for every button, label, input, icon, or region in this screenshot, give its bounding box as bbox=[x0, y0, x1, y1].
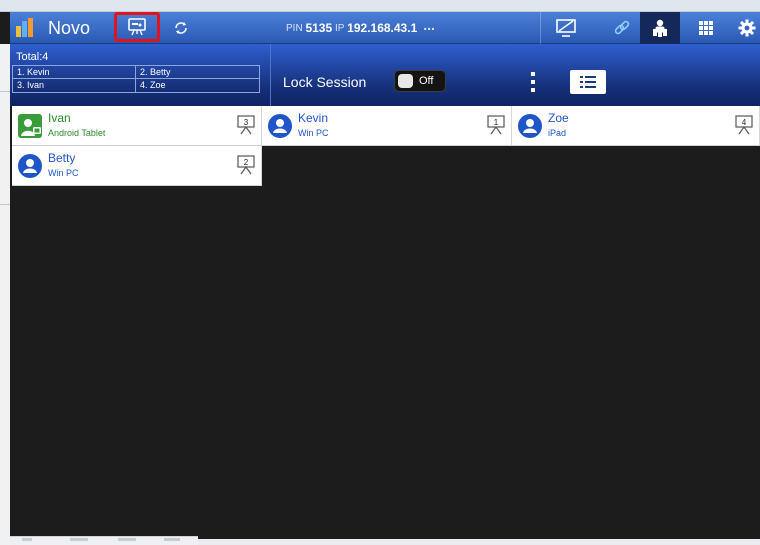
slot-number: 3 bbox=[244, 118, 249, 127]
user-device: Android Tablet bbox=[48, 128, 106, 138]
user-avatar-icon bbox=[18, 154, 42, 178]
order-cell: 2. Betty bbox=[136, 66, 259, 79]
user-card-kevin[interactable]: Kevin Win PC 1 bbox=[262, 106, 512, 146]
screen-icon bbox=[556, 19, 576, 37]
ip-prefix: IP bbox=[334, 22, 345, 34]
stub-divider bbox=[0, 91, 10, 92]
list-icon bbox=[580, 76, 596, 88]
top-strip bbox=[0, 0, 760, 12]
user-card-ivan[interactable]: Ivan Android Tablet 3 bbox=[12, 106, 262, 146]
kebab-dot bbox=[531, 88, 535, 92]
stub-divider bbox=[0, 204, 10, 205]
users-button[interactable] bbox=[640, 12, 680, 44]
user-avatar-icon bbox=[518, 114, 542, 138]
order-cell: 1. Kevin bbox=[13, 66, 136, 79]
toggle-knob bbox=[398, 74, 413, 88]
refresh-button[interactable] bbox=[168, 12, 194, 44]
user-device: iPad bbox=[548, 128, 567, 138]
novo-app-window: Novo PIN 5135 IP 192.168.43.1... Total:4… bbox=[0, 0, 760, 545]
novo-logo-icon bbox=[14, 12, 36, 44]
user-name: Ivan bbox=[48, 111, 71, 125]
user-name: Betty bbox=[48, 151, 76, 165]
presenter-slot-icon[interactable]: 2 bbox=[237, 155, 255, 175]
link-button[interactable] bbox=[606, 12, 638, 44]
kebab-dot bbox=[531, 72, 535, 76]
more-options-button[interactable] bbox=[526, 70, 540, 94]
lock-session-toggle[interactable]: Off bbox=[394, 70, 446, 92]
participants-order-grid: 1. Kevin 2. Betty 3. Ivan 4. Zoe bbox=[12, 65, 260, 93]
presenter-slot-icon[interactable]: 3 bbox=[237, 115, 255, 135]
ip-value: 192.168.43.1 bbox=[347, 21, 418, 35]
pin-ip-info: PIN 5135 IP 192.168.43.1... bbox=[286, 12, 435, 44]
taskbar-glyph bbox=[22, 538, 32, 541]
background-window-stub bbox=[0, 44, 10, 545]
kebab-dot bbox=[531, 80, 535, 84]
lock-state-text: Off bbox=[419, 75, 434, 87]
presenter-slot-icon[interactable]: 4 bbox=[735, 115, 753, 135]
pin-prefix: PIN bbox=[286, 22, 303, 34]
background-taskbar-fragment bbox=[10, 536, 198, 545]
slot-number: 2 bbox=[244, 158, 249, 167]
order-cell: 4. Zoe bbox=[140, 80, 166, 90]
android-user-icon bbox=[18, 114, 42, 138]
user-name: Zoe bbox=[548, 111, 569, 125]
user-device: Win PC bbox=[298, 128, 329, 138]
app-name: Novo bbox=[48, 17, 91, 38]
total-count: Total:4 bbox=[16, 51, 49, 63]
gear-icon bbox=[738, 19, 756, 37]
bottom-edge bbox=[198, 539, 760, 545]
session-header: Total:4 1. Kevin 2. Betty 3. Ivan 4. Zoe… bbox=[10, 44, 760, 106]
taskbar-glyph bbox=[118, 538, 136, 541]
participants-summary: Total:4 1. Kevin 2. Betty 3. Ivan 4. Zoe bbox=[12, 50, 260, 98]
more-info-button[interactable]: ... bbox=[423, 17, 435, 33]
settings-button[interactable] bbox=[734, 12, 760, 44]
slot-number: 4 bbox=[742, 118, 747, 127]
user-name: Kevin bbox=[298, 111, 329, 125]
refresh-icon bbox=[175, 22, 187, 34]
order-cell: 3. Ivan bbox=[13, 79, 136, 92]
link-icon bbox=[614, 20, 630, 35]
user-card-zoe[interactable]: Zoe iPad 4 bbox=[512, 106, 760, 146]
presenter-icon bbox=[128, 18, 146, 36]
toolbar-separator bbox=[540, 12, 541, 44]
list-view-button[interactable] bbox=[570, 70, 606, 94]
user-avatar-icon bbox=[268, 114, 292, 138]
slot-number: 1 bbox=[494, 118, 499, 127]
screen-share-button[interactable] bbox=[548, 12, 584, 44]
users-group-icon bbox=[653, 19, 667, 37]
taskbar-glyph bbox=[70, 538, 88, 541]
presenter-slot-icon[interactable]: 1 bbox=[487, 115, 505, 135]
lock-session-label: Lock Session bbox=[283, 74, 367, 90]
taskbar-glyph bbox=[164, 538, 180, 541]
user-device: Win PC bbox=[48, 168, 79, 178]
header-divider bbox=[270, 44, 271, 106]
user-card-betty[interactable]: Betty Win PC 2 bbox=[12, 146, 262, 186]
present-screen-button[interactable] bbox=[114, 12, 160, 42]
grid-view-button[interactable] bbox=[688, 12, 724, 44]
grid-icon bbox=[699, 21, 713, 35]
pin-value: 5135 bbox=[305, 21, 333, 35]
main-toolbar: Novo PIN 5135 IP 192.168.43.1... bbox=[10, 12, 760, 44]
